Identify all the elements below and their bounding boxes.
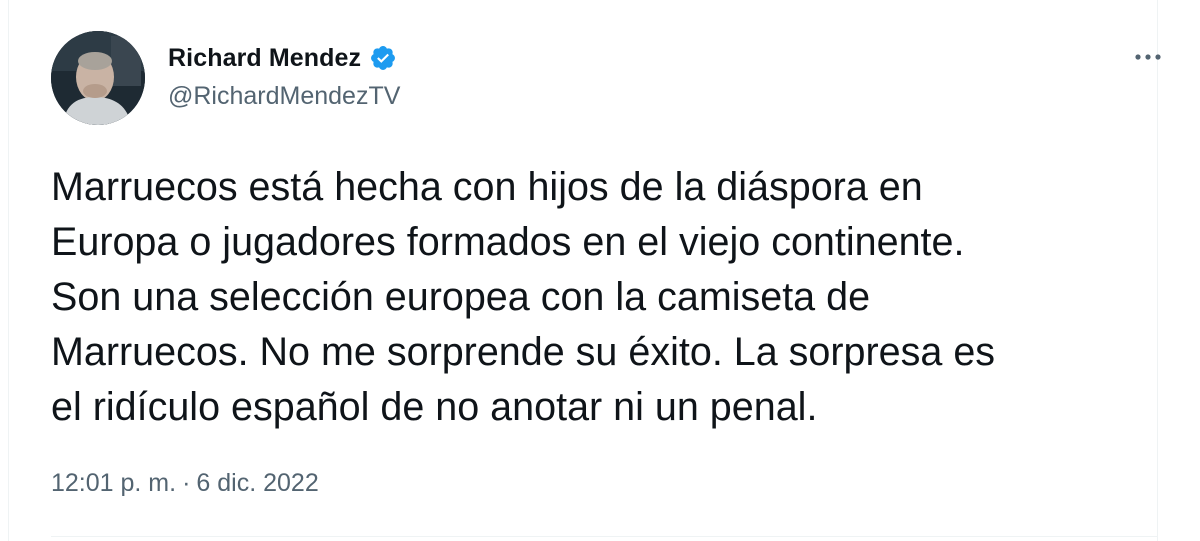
author-handle[interactable]: @RichardMendezTV — [168, 82, 400, 111]
timestamp-separator: · — [182, 469, 191, 497]
tweet-timestamp[interactable]: 12:01 p. m. · 6 dic. 2022 — [51, 469, 319, 498]
avatar-image — [51, 31, 145, 125]
author-name-row[interactable]: Richard Mendez — [168, 42, 397, 74]
verified-badge-icon — [371, 46, 396, 70]
tweet-time[interactable]: 12:01 p. m. — [51, 469, 176, 498]
avatar[interactable] — [51, 31, 145, 125]
more-options-icon[interactable] — [1133, 50, 1163, 64]
tweet-text: Marruecos está hecha con hijos de la diá… — [51, 165, 996, 429]
author-display-name[interactable]: Richard Mendez — [168, 44, 361, 73]
tweet-date[interactable]: 6 dic. 2022 — [196, 469, 318, 498]
tweet-card: Richard Mendez @RichardMendezTV Marrueco… — [8, 0, 1161, 541]
divider — [51, 536, 1157, 537]
